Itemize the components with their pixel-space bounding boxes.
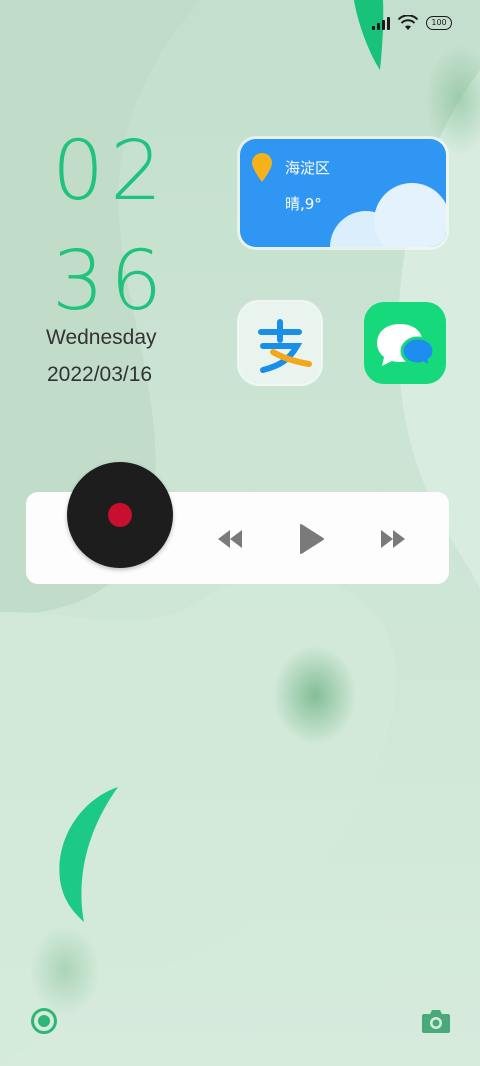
clock-minute[interactable]: 36 <box>52 234 162 329</box>
weather-widget[interactable]: 海淀区 晴,9° <box>240 139 446 247</box>
play-icon[interactable] <box>298 522 326 556</box>
signal-icon <box>372 16 390 30</box>
next-icon[interactable] <box>379 524 407 554</box>
vinyl-disc-icon[interactable] <box>67 462 173 568</box>
weather-condition: 晴,9° <box>285 195 322 213</box>
battery-icon: 100 <box>426 16 452 30</box>
vinyl-center <box>108 503 132 527</box>
date: 2022/03/16 <box>47 363 153 386</box>
camera-icon[interactable] <box>421 1008 451 1034</box>
weekday: Wednesday <box>46 326 157 349</box>
weather-location: 海淀区 <box>285 159 331 177</box>
ring-icon[interactable] <box>30 1007 58 1035</box>
clock-hour[interactable]: 02 <box>52 124 162 219</box>
alipay-app[interactable] <box>239 302 321 384</box>
messages-app[interactable] <box>364 302 446 384</box>
messages-icon <box>377 324 436 369</box>
location-pin-icon <box>252 153 272 182</box>
previous-icon[interactable] <box>216 524 244 554</box>
alipay-icon <box>258 319 312 373</box>
status-bar: 100 <box>372 12 452 34</box>
wifi-icon <box>398 15 418 30</box>
battery-level: 100 <box>431 18 447 27</box>
